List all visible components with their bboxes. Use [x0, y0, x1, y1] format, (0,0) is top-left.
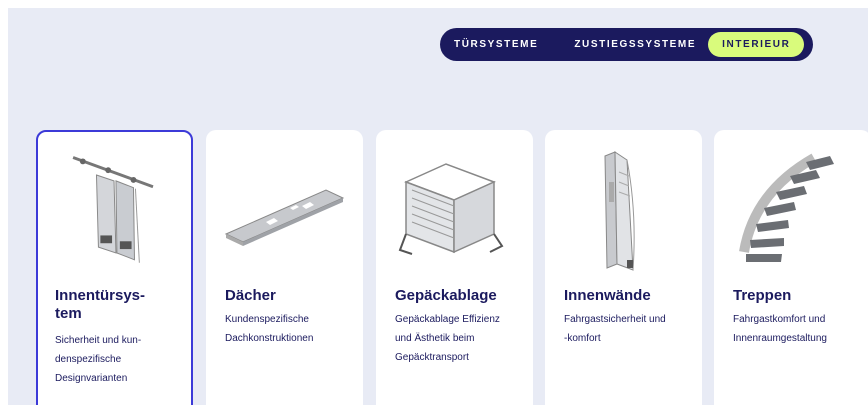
tab-tuersysteme[interactable]: TÜRSYSTEME — [454, 39, 538, 50]
card-description: Sicherheit und kun- denspezifische Desig… — [55, 335, 142, 384]
card-title: Innentürsys- tem — [55, 287, 146, 322]
card-treppen[interactable]: Treppen Fahrgastkomfort und Innenraumges… — [714, 130, 868, 405]
category-tabs: TÜRSYSTEME ZUSTIEGSSYSTEME INTERIEUR — [440, 28, 813, 61]
card-title: Dächer — [225, 287, 276, 304]
card-description: Fahrgastkomfort und Innenraumgestaltung — [733, 314, 827, 344]
tab-interieur[interactable]: INTERIEUR — [708, 32, 805, 57]
card-description: Kundenspezifische Dachkonstruktionen — [225, 314, 314, 344]
card-innenwaende[interactable]: Innenwände Fahrgastsicherheit und -komfo… — [545, 130, 702, 405]
card-gepaeckablage[interactable]: Gepäckablage Gepäckablage Effizienz und … — [376, 130, 533, 405]
tab-zustiegssysteme[interactable]: ZUSTIEGSSYSTEME — [574, 39, 696, 50]
roof-panel-illustration — [224, 189, 345, 246]
card-description: Gepäckablage Effizienz und Ästhetik beim… — [395, 314, 500, 363]
card-daecher[interactable]: Dächer Kundenspezifische Dachkonstruktio… — [206, 130, 363, 405]
card-innentuersystem[interactable]: Innentürsys- tem Sicherheit und kun- den… — [36, 130, 193, 405]
interior-wall-illustration — [604, 151, 635, 271]
card-description: Fahrgastsicherheit und -komfort — [564, 314, 666, 344]
sliding-door-illustration — [72, 156, 154, 263]
luggage-rack-illustration — [398, 163, 504, 255]
card-title: Gepäckablage — [395, 287, 497, 304]
spiral-staircase-illustration — [739, 153, 834, 262]
card-title: Treppen — [733, 287, 792, 304]
card-title: Innenwände — [564, 287, 651, 304]
